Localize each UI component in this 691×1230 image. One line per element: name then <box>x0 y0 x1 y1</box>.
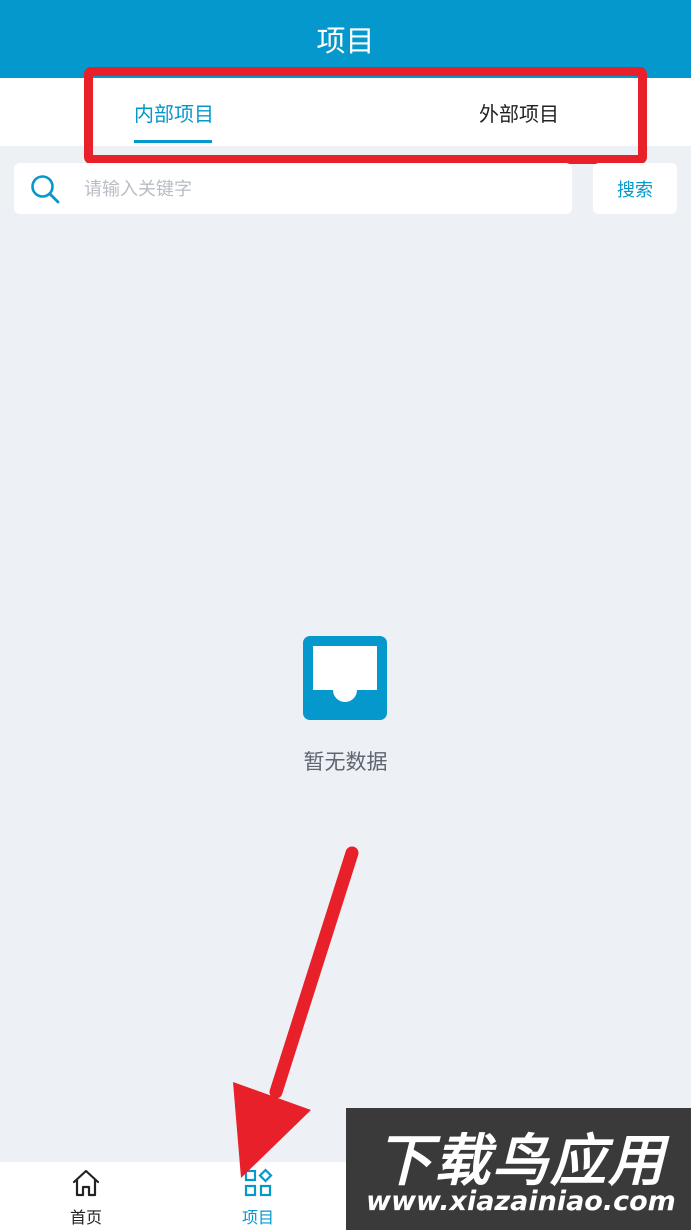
watermark-url: www.xiazainiao.com <box>366 1186 676 1217</box>
tabbar-label-projects: 项目 <box>241 1208 274 1227</box>
tabs-highlight-box <box>84 67 647 164</box>
home-icon <box>72 1169 100 1197</box>
watermark-badge: 下载鸟应用 www.xiazainiao.com <box>346 1108 691 1230</box>
tabbar-label-home: 首页 <box>69 1208 102 1227</box>
search-icon <box>31 175 60 204</box>
search-input[interactable] <box>82 171 556 208</box>
search-box <box>14 163 572 214</box>
tabbar-item-home[interactable]: 首页 <box>36 1162 136 1230</box>
watermark-title: 下载鸟应用 <box>376 1129 666 1194</box>
empty-inbox-icon <box>303 636 387 720</box>
empty-state-text: 暂无数据 <box>303 750 388 774</box>
grid-icon <box>244 1168 273 1197</box>
page-title: 项目 <box>316 24 375 58</box>
tabbar-item-projects[interactable]: 项目 <box>208 1162 308 1230</box>
search-button[interactable]: 搜索 <box>593 163 677 214</box>
